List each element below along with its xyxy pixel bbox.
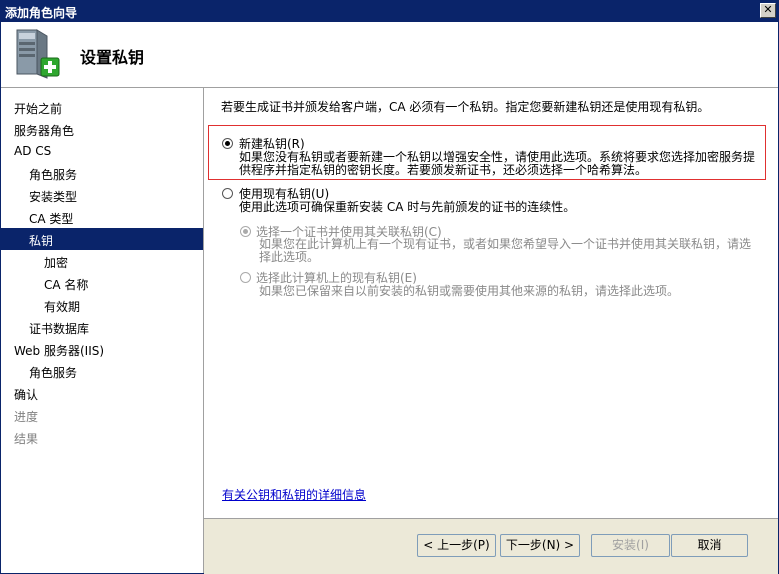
cancel-button[interactable]: 取消 [671, 534, 748, 557]
nav-item-private-key[interactable]: 私钥 [1, 228, 203, 250]
next-button[interactable]: 下一步(N) > [500, 534, 580, 557]
title-bar: 添加角色向导 ✕ [1, 1, 778, 22]
computer-key-radio[interactable] [240, 272, 251, 283]
key-info-link[interactable]: 有关公钥和私钥的详细信息 [222, 486, 366, 503]
existing-key-description: 使用此选项可确保重新安装 CA 时与先前颁发的证书的连续性。 [239, 200, 576, 214]
nav-item-web-server-iis[interactable]: Web 服务器(IIS) [1, 338, 203, 360]
nav-item-ad-cs[interactable]: AD CS [1, 140, 203, 162]
page-title: 设置私钥 [80, 48, 145, 67]
nav-item-results: 结果 [14, 432, 39, 446]
nav-item-server-roles[interactable]: 服务器角色 [1, 118, 203, 140]
nav-item-before-you-begin[interactable]: 开始之前 [1, 96, 203, 118]
previous-button[interactable]: < 上一步(P) [417, 534, 496, 557]
window-title: 添加角色向导 [5, 6, 78, 20]
button-bar: < 上一步(P) 下一步(N) > 安装(I) 取消 [204, 518, 778, 574]
cert-key-radio[interactable] [240, 226, 251, 237]
intro-text: 若要生成证书并颁发给客户端，CA 必须有一个私钥。指定您要新建私钥还是使用现有私… [221, 100, 710, 114]
nav-item-ca-type[interactable]: CA 类型 [1, 206, 203, 228]
nav-item-role-services[interactable]: 角色服务 [1, 162, 203, 184]
wizard-header: 设置私钥 [1, 22, 778, 88]
existing-key-radio[interactable] [222, 188, 233, 199]
content-pane: 若要生成证书并颁发给客户端，CA 必须有一个私钥。指定您要新建私钥还是使用现有私… [204, 88, 778, 573]
nav-item-certificate-database[interactable]: 证书数据库 [1, 316, 203, 338]
cert-key-description: 如果您在此计算机上有一个现有证书，或者如果您希望导入一个证书并使用其关联私钥，请… [259, 237, 752, 264]
nav-item-setup-type[interactable]: 安装类型 [1, 184, 203, 206]
wizard-window: 添加角色向导 ✕ 设置私钥 开始之前 服务器角色 AD CS 角色服务 安装类型… [0, 0, 779, 574]
nav-item-ca-name[interactable]: CA 名称 [1, 272, 203, 294]
close-button[interactable]: ✕ [760, 3, 776, 18]
new-key-description: 如果您没有私钥或者要新建一个私钥以增强安全性，请使用此选项。系统将要求您选择加密… [239, 150, 756, 177]
nav-item-confirmation[interactable]: 确认 [1, 382, 203, 404]
nav-item-iis-role-services[interactable]: 角色服务 [1, 360, 203, 382]
wizard-step-nav: 开始之前 服务器角色 AD CS 角色服务 安装类型 CA 类型 私钥 加密 C… [1, 88, 204, 573]
nav-item-progress: 进度 [14, 410, 39, 424]
server-add-icon [13, 28, 61, 80]
computer-key-description: 如果您已保留来自以前安装的私钥或需要使用其他来源的私钥，请选择此选项。 [259, 284, 680, 298]
nav-item-cryptography[interactable]: 加密 [1, 250, 203, 272]
install-button: 安装(I) [591, 534, 670, 557]
new-key-radio[interactable] [222, 138, 233, 149]
nav-item-validity-period[interactable]: 有效期 [1, 294, 203, 316]
